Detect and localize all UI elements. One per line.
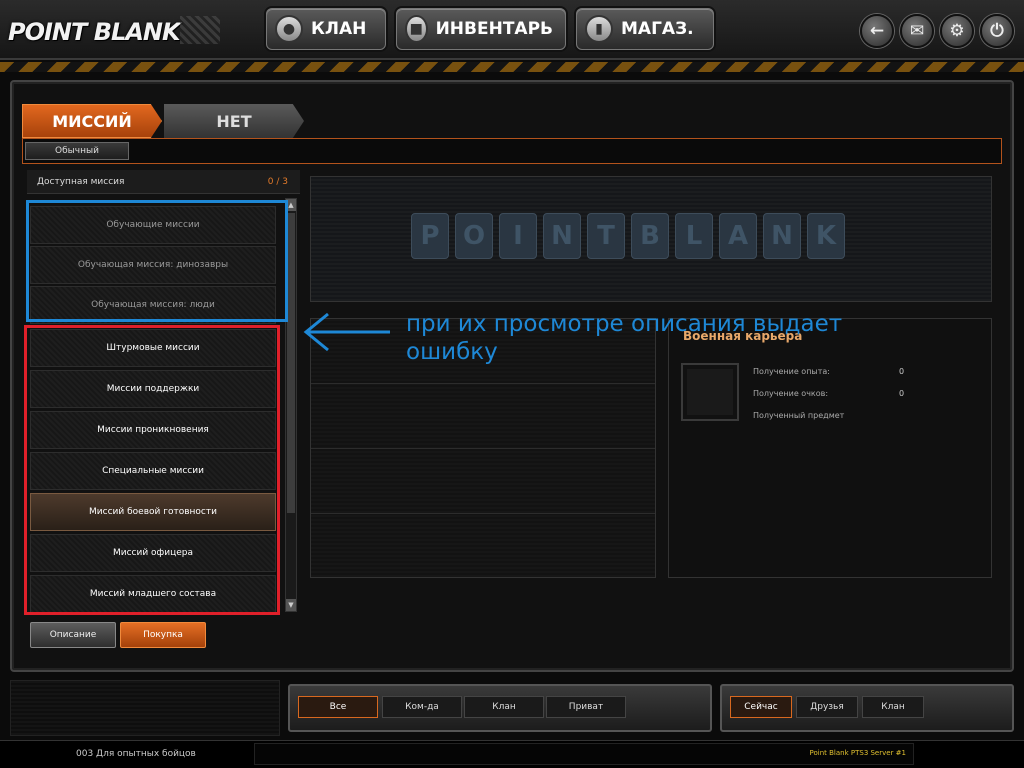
banner-letter: O: [455, 213, 493, 259]
item-label: Полученный предмет: [753, 411, 845, 420]
detail-row: [311, 514, 655, 579]
status-bar: 003 Для опытных бойцов Point Blank PTS3 …: [0, 740, 1024, 768]
friends-tab-clan[interactable]: Клан: [862, 696, 924, 718]
banner-letter: L: [675, 213, 713, 259]
briefcase-icon: ▮: [585, 15, 613, 43]
banner-letter: B: [631, 213, 669, 259]
points-label: Получение очков:: [753, 389, 829, 398]
mail-icon: ✉: [909, 21, 925, 41]
chat-channel-panel: Все Ком-да Клан Приват: [288, 684, 712, 732]
mission-list-title: Доступная миссия: [37, 176, 125, 187]
mission-list-header: Доступная миссия 0 / 3: [27, 170, 300, 194]
banner-letter: K: [807, 213, 845, 259]
inventory-nav-button[interactable]: ■ ИНВЕНТАРЬ: [396, 8, 566, 50]
exit-button[interactable]: ⏻: [980, 14, 1014, 48]
chat-tab-private[interactable]: Приват: [546, 696, 626, 718]
point-blank-banner: P O I N T B L A N K: [310, 176, 992, 302]
inventory-nav-label: ИНВЕНТАРЬ: [435, 19, 553, 39]
filter-bar: Обычный: [22, 138, 1002, 164]
mission-count: 0 / 3: [267, 176, 288, 187]
back-button[interactable]: ←: [860, 14, 894, 48]
mail-button[interactable]: ✉: [900, 14, 934, 48]
game-logo: POINT BLANK: [8, 18, 181, 46]
purchase-button[interactable]: Покупка: [120, 622, 206, 648]
shop-nav-button[interactable]: ▮ МАГАЗ.: [576, 8, 714, 50]
friends-tab-now[interactable]: Сейчас: [730, 696, 792, 718]
exp-value: 0: [899, 367, 905, 376]
shop-nav-label: МАГАЗ.: [621, 19, 694, 39]
annotation-blue-box: [26, 200, 288, 322]
main-panel: МИССИЙ НЕТ Обычный Доступная миссия 0 / …: [10, 80, 1014, 672]
power-icon: ⏻: [990, 21, 1004, 41]
friends-tab-friends[interactable]: Друзья: [796, 696, 858, 718]
points-value: 0: [899, 389, 905, 398]
logo-decoration: [180, 16, 220, 44]
banner-letter: P: [411, 213, 449, 259]
back-arrow-icon: ←: [869, 21, 885, 41]
annotation-arrow-icon: [303, 312, 390, 352]
filter-normal-button[interactable]: Обычный: [25, 142, 129, 160]
annotation-red-box: [24, 325, 280, 615]
banner-letter: I: [499, 213, 537, 259]
detail-row: [311, 384, 655, 449]
user-icon: ●: [275, 15, 303, 43]
banner-letter: A: [719, 213, 757, 259]
gear-icon: ⚙: [949, 21, 965, 41]
chat-tab-team[interactable]: Ком-да: [382, 696, 462, 718]
description-button[interactable]: Описание: [30, 622, 116, 648]
reward-item-slot: [681, 363, 739, 421]
annotation-text: при их просмотре описания выдает ошибку: [406, 311, 843, 365]
status-message: 003 Для опытных бойцов: [76, 749, 196, 759]
clan-nav-button[interactable]: ● КЛАН: [266, 8, 386, 50]
exp-label: Получение опыта:: [753, 367, 830, 376]
banner-letter: N: [763, 213, 801, 259]
banner-letter: T: [587, 213, 625, 259]
banner-letter: N: [543, 213, 581, 259]
top-bar: POINT BLANK ● КЛАН ■ ИНВЕНТАРЬ ▮ МАГАЗ. …: [0, 0, 1024, 60]
detail-row: [311, 449, 655, 514]
clan-nav-label: КЛАН: [311, 19, 367, 39]
friends-panel: Сейчас Друзья Клан: [720, 684, 1014, 732]
tab-missions[interactable]: МИССИЙ: [22, 104, 162, 138]
chat-left-decoration: [10, 680, 280, 736]
tab-none[interactable]: НЕТ: [164, 104, 304, 138]
scroll-thumb[interactable]: [287, 213, 295, 513]
cart-icon: ■: [405, 15, 428, 43]
server-name: Point Blank PTS3 Server #1: [809, 749, 906, 757]
banner-letters: P O I N T B L A N K: [411, 213, 845, 259]
scroll-down-icon[interactable]: ▼: [286, 599, 296, 611]
hazard-stripe: [0, 62, 1024, 72]
chat-tab-all[interactable]: Все: [298, 696, 378, 718]
settings-button[interactable]: ⚙: [940, 14, 974, 48]
chat-tab-clan[interactable]: Клан: [464, 696, 544, 718]
